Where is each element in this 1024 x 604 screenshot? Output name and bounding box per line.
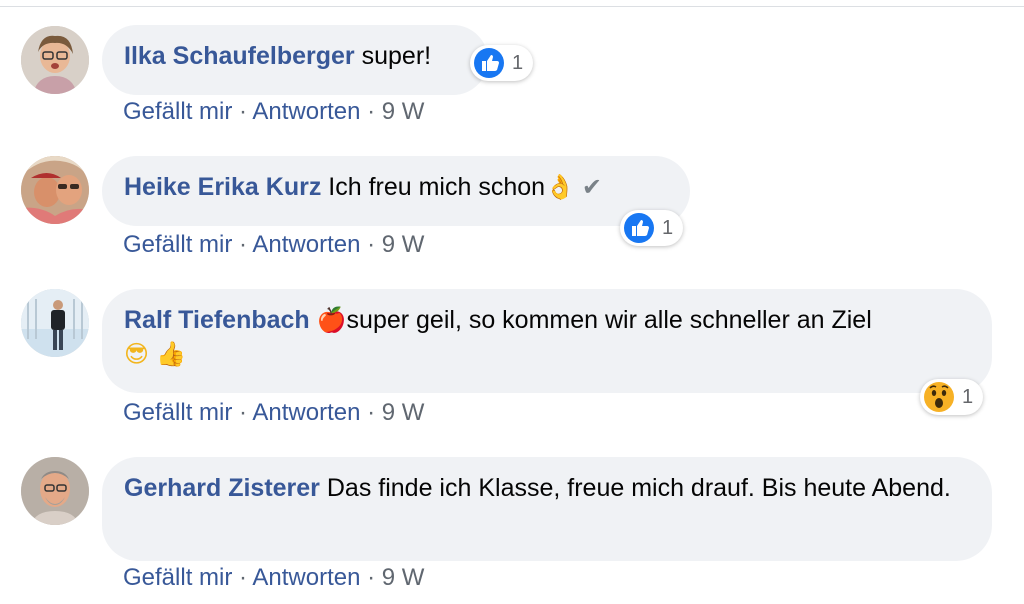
ok-hand-emoji: 👌 bbox=[545, 173, 575, 201]
comment-author[interactable]: Heike Erika Kurz bbox=[124, 173, 321, 201]
avatar[interactable] bbox=[21, 26, 89, 94]
timestamp[interactable]: 9 W bbox=[382, 399, 425, 426]
avatar[interactable] bbox=[21, 156, 89, 224]
comment-bubble: Heike Erika Kurz Ich freu mich schon👌 ✔ bbox=[102, 156, 690, 226]
like-link[interactable]: Gefällt mir bbox=[123, 231, 232, 258]
separator: · bbox=[239, 399, 248, 426]
reaction-count: 1 bbox=[662, 216, 674, 239]
like-link[interactable]: Gefällt mir bbox=[123, 399, 232, 426]
top-divider bbox=[0, 6, 1024, 7]
reaction-count: 1 bbox=[512, 51, 524, 74]
thumbs-up-emoji: 👍 bbox=[155, 340, 186, 368]
comment-actions: Gefällt mir · Antworten · 9 W bbox=[123, 399, 424, 427]
apple-emoji: 🍎 bbox=[316, 306, 347, 334]
separator: · bbox=[367, 564, 376, 591]
comment-text: super! bbox=[361, 42, 432, 70]
separator: · bbox=[239, 564, 248, 591]
like-link[interactable]: Gefällt mir bbox=[123, 564, 232, 591]
separator: · bbox=[239, 231, 248, 258]
comment-author[interactable]: Gerhard Zisterer bbox=[124, 474, 320, 502]
like-icon bbox=[474, 48, 504, 78]
wow-icon bbox=[924, 382, 954, 412]
reply-link[interactable]: Antworten bbox=[252, 399, 360, 426]
separator: · bbox=[239, 98, 248, 125]
timestamp[interactable]: 9 W bbox=[382, 231, 425, 258]
comment-text: Das finde ich Klasse, freue mich drauf. … bbox=[326, 474, 951, 502]
comment-actions: Gefällt mir · Antworten · 9 W bbox=[123, 564, 424, 592]
comment-bubble: Ilka Schaufelberger super! bbox=[102, 25, 488, 95]
separator: · bbox=[367, 399, 376, 426]
comment-text: Ich freu mich schon bbox=[328, 173, 546, 201]
reaction-count: 1 bbox=[962, 385, 974, 408]
like-icon bbox=[624, 213, 654, 243]
separator: · bbox=[367, 231, 376, 258]
comment-author[interactable]: Ralf Tiefenbach bbox=[124, 306, 310, 334]
comment-actions: Gefällt mir · Antworten · 9 W bbox=[123, 231, 424, 259]
comment-bubble: Gerhard Zisterer Das finde ich Klasse, f… bbox=[102, 457, 992, 561]
comment-bubble: Ralf Tiefenbach 🍎super geil, so kommen w… bbox=[102, 289, 992, 393]
reply-link[interactable]: Antworten bbox=[252, 564, 360, 591]
avatar[interactable] bbox=[21, 289, 89, 357]
comment-text: super geil, so kommen wir alle schneller… bbox=[346, 306, 872, 334]
reaction-badge[interactable]: 1 bbox=[920, 379, 984, 415]
sunglasses-emoji: 😎 bbox=[124, 340, 150, 368]
reaction-badge[interactable]: 1 bbox=[470, 45, 534, 81]
reply-link[interactable]: Antworten bbox=[252, 231, 360, 258]
timestamp[interactable]: 9 W bbox=[382, 98, 425, 125]
timestamp[interactable]: 9 W bbox=[382, 564, 425, 591]
avatar[interactable] bbox=[21, 457, 89, 525]
comment-author[interactable]: Ilka Schaufelberger bbox=[124, 42, 355, 70]
comment-actions: Gefällt mir · Antworten · 9 W bbox=[123, 98, 424, 126]
like-link[interactable]: Gefällt mir bbox=[123, 98, 232, 125]
check-mark-emoji: ✔ bbox=[581, 173, 602, 201]
reaction-badge[interactable]: 1 bbox=[620, 210, 684, 246]
separator: · bbox=[367, 98, 376, 125]
reply-link[interactable]: Antworten bbox=[252, 98, 360, 125]
